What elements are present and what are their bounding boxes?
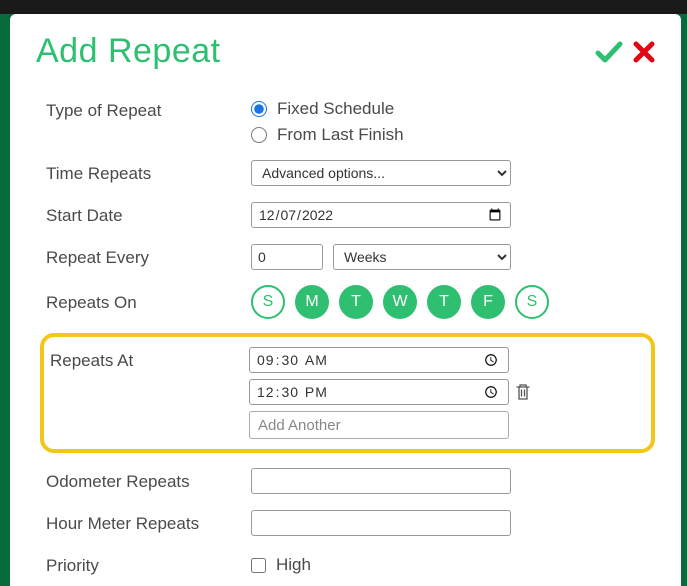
day-sun[interactable]: S [251, 285, 285, 319]
day-tue[interactable]: T [339, 285, 373, 319]
label-repeat-every: Repeat Every [46, 246, 251, 268]
repeats-at-time-1[interactable] [249, 379, 509, 405]
day-wed[interactable]: W [383, 285, 417, 319]
radio-from-last-finish-label: From Last Finish [277, 125, 404, 145]
repeats-at-highlight: Repeats At Add Another [40, 333, 655, 453]
label-repeats-at: Repeats At [50, 347, 249, 439]
label-type-of-repeat: Type of Repeat [46, 99, 251, 121]
label-repeats-on: Repeats On [46, 291, 251, 313]
row-hour-meter-repeats: Hour Meter Repeats [46, 509, 655, 537]
row-odometer-repeats: Odometer Repeats [46, 467, 655, 495]
modal-title: Add Repeat [36, 32, 221, 71]
row-type-of-repeat: Type of Repeat Fixed Schedule From Last … [46, 99, 655, 145]
priority-high-label: High [276, 555, 311, 575]
repeats-at-list: Add Another [249, 347, 531, 439]
priority-high-check[interactable]: High [251, 555, 655, 575]
repeats-at-row-1 [249, 379, 531, 405]
cancel-button[interactable] [633, 41, 655, 63]
repeats-at-time-0[interactable] [249, 347, 509, 373]
type-of-repeat-controls: Fixed Schedule From Last Finish [251, 99, 655, 145]
start-date-input[interactable] [251, 202, 511, 228]
window-top-bar [0, 0, 687, 14]
row-priority: Priority High [46, 551, 655, 579]
label-time-repeats: Time Repeats [46, 162, 251, 184]
day-fri[interactable]: F [471, 285, 505, 319]
days-picker: S M T W T F S [251, 285, 655, 319]
add-another-placeholder: Add Another [258, 417, 341, 434]
radio-fixed-schedule-label: Fixed Schedule [277, 99, 394, 119]
trash-icon [515, 383, 531, 401]
radio-fixed-schedule[interactable]: Fixed Schedule [251, 99, 655, 119]
add-another-time-input[interactable]: Add Another [249, 411, 509, 439]
radio-fixed-schedule-input[interactable] [251, 101, 267, 117]
header-actions [595, 40, 655, 64]
time-repeats-select[interactable]: Advanced options... [251, 160, 511, 186]
odometer-repeats-input[interactable] [251, 468, 511, 494]
repeat-every-count-input[interactable] [251, 244, 323, 270]
label-start-date: Start Date [46, 204, 251, 226]
delete-time-button[interactable] [515, 383, 531, 401]
modal-header: Add Repeat [36, 32, 655, 71]
form-body: Type of Repeat Fixed Schedule From Last … [36, 99, 655, 579]
day-thu[interactable]: T [427, 285, 461, 319]
confirm-button[interactable] [595, 40, 623, 64]
day-mon[interactable]: M [295, 285, 329, 319]
hour-meter-repeats-input[interactable] [251, 510, 511, 536]
label-hour-meter-repeats: Hour Meter Repeats [46, 512, 251, 534]
priority-high-checkbox[interactable] [251, 558, 266, 573]
row-time-repeats: Time Repeats Advanced options... [46, 159, 655, 187]
row-repeat-every: Repeat Every Weeks [46, 243, 655, 271]
day-sat[interactable]: S [515, 285, 549, 319]
close-icon [633, 41, 655, 63]
row-start-date: Start Date [46, 201, 655, 229]
check-icon [595, 40, 623, 64]
repeats-at-row-0 [249, 347, 531, 373]
radio-from-last-finish[interactable]: From Last Finish [251, 125, 655, 145]
repeat-every-unit-select[interactable]: Weeks [333, 244, 511, 270]
label-priority: Priority [46, 554, 251, 576]
row-repeats-on: Repeats On S M T W T F S [46, 285, 655, 319]
add-repeat-modal: Add Repeat Type of Repeat Fixed Schedule [10, 14, 681, 586]
radio-from-last-finish-input[interactable] [251, 127, 267, 143]
label-odometer-repeats: Odometer Repeats [46, 470, 251, 492]
